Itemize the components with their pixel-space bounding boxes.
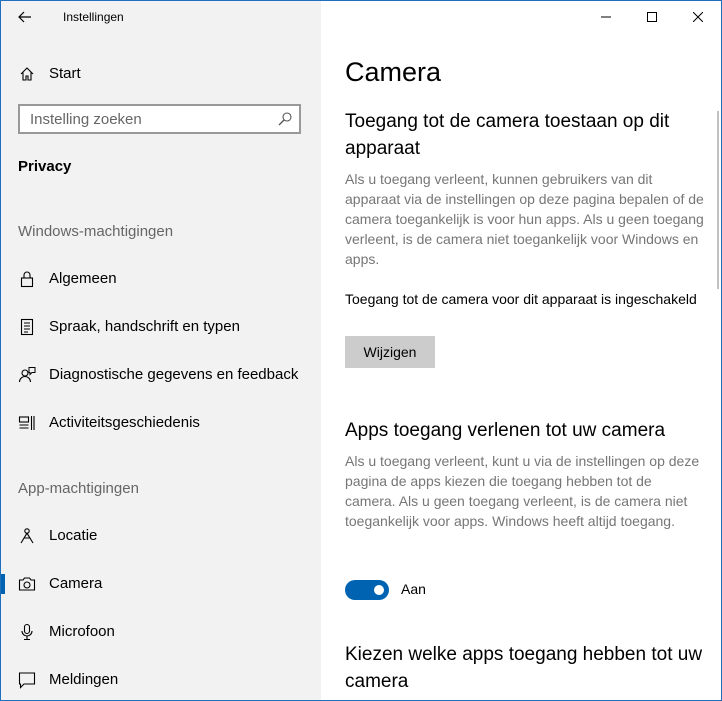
maximize-icon [647, 12, 657, 22]
feedback-person-icon [18, 366, 36, 384]
notification-icon [18, 671, 36, 689]
section-title: Privacy [18, 158, 72, 175]
minimize-button[interactable] [583, 1, 629, 33]
location-icon [18, 527, 36, 545]
sidebar-item-activiteit[interactable]: Activiteitsgeschiedenis [1, 403, 321, 443]
close-icon [693, 12, 703, 22]
app-access-heading: Apps toegang verlenen tot uw camera [345, 420, 666, 441]
app-title: Instellingen [63, 10, 124, 24]
change-button[interactable]: Wijzigen [345, 336, 435, 368]
sidebar-item-label: Algemeen [49, 270, 117, 287]
sidebar-item-locatie[interactable]: Locatie [1, 516, 321, 556]
sidebar-item-algemeen[interactable]: Algemeen [1, 259, 321, 299]
sidebar-item-camera[interactable]: Camera [1, 564, 321, 604]
sidebar-item-label: Spraak, handschrift en typen [49, 318, 240, 335]
sidebar-item-microfoon[interactable]: Microfoon [1, 612, 321, 652]
app-access-toggle[interactable] [345, 580, 389, 600]
sidebar-item-label: Locatie [49, 527, 98, 544]
activity-history-icon [18, 414, 36, 432]
toggle-knob [374, 585, 384, 595]
sidebar-item-label: Camera [49, 575, 103, 592]
sidebar-item-label: Activiteitsgeschiedenis [49, 414, 200, 431]
camera-icon [18, 575, 36, 593]
title-bar-left: Instellingen [1, 1, 321, 33]
scrollbar[interactable] [717, 111, 719, 289]
sidebar-item-label: Meldingen [49, 671, 119, 688]
main-content: Camera Toegang tot de camera toestaan op… [321, 1, 721, 700]
sidebar-item-label: Microfoon [49, 623, 115, 640]
close-button[interactable] [675, 1, 721, 33]
app-access-description: Als u toegang verleent, kunt u via de in… [345, 453, 700, 529]
sidebar-item-meldingen[interactable]: Meldingen [1, 660, 321, 700]
search-input[interactable] [20, 106, 280, 132]
group-heading-apps: App-machtigingen [18, 480, 139, 497]
device-access-status: Toegang tot de camera voor dit apparaat … [345, 291, 697, 307]
sidebar: Instellingen Start Privacy Windows-macht… [1, 1, 321, 700]
lock-icon [18, 270, 36, 288]
home-icon [18, 65, 36, 83]
settings-window: Instellingen Start Privacy Windows-macht… [0, 0, 722, 701]
back-arrow-icon [18, 11, 31, 23]
toggle-state-label: Aan [401, 581, 426, 597]
back-button[interactable] [11, 5, 39, 29]
speech-document-icon [18, 318, 36, 336]
minimize-icon [601, 16, 611, 18]
maximize-button[interactable] [629, 1, 675, 33]
search-icon[interactable] [277, 111, 293, 127]
device-access-heading: Toegang tot de camera toestaan op dit ap… [345, 111, 670, 159]
microphone-icon [18, 623, 36, 641]
choose-apps-heading: Kiezen welke apps toegang hebben tot uw … [345, 644, 703, 692]
nav-home[interactable]: Start [1, 54, 321, 94]
page-title: Camera [345, 57, 442, 87]
group-heading-windows: Windows-machtigingen [18, 223, 174, 240]
sidebar-item-spraak[interactable]: Spraak, handschrift en typen [1, 307, 321, 347]
sidebar-item-diagnostiek[interactable]: Diagnostische gegevens en feedback [1, 355, 321, 395]
caption-buttons [583, 1, 721, 33]
active-indicator [1, 574, 5, 594]
sidebar-item-label: Diagnostische gegevens en feedback [49, 366, 299, 383]
search-box[interactable] [18, 104, 301, 134]
device-access-description: Als u toegang verleent, kunnen gebruiker… [345, 171, 704, 267]
nav-home-label: Start [49, 65, 81, 82]
